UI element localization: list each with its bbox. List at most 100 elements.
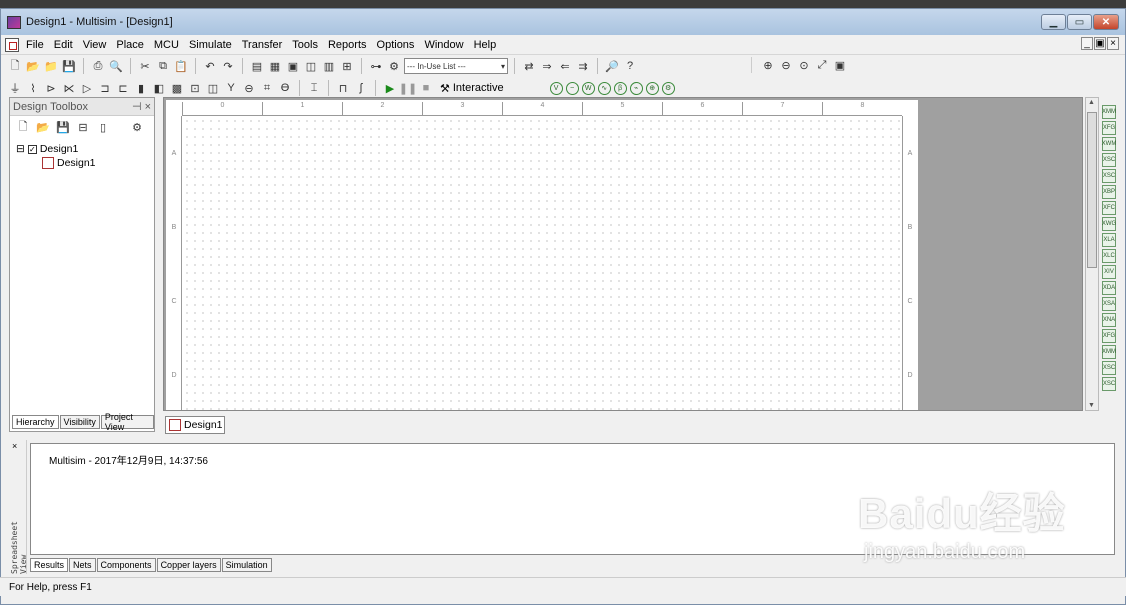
document-icon[interactable] [5, 37, 19, 52]
inuse-list-select[interactable]: --- In-Use List --- ▾ [404, 58, 508, 74]
schematic-grid[interactable] [183, 117, 901, 410]
erc-icon[interactable]: ⇄ [521, 58, 537, 74]
multimeter-icon[interactable]: V [549, 81, 563, 95]
tek-scope-icon[interactable]: XSC [1102, 377, 1116, 391]
mdi-minimize-button[interactable]: _ [1081, 37, 1093, 50]
zoom-in-icon[interactable]: ⊕ [760, 57, 776, 73]
grapher-icon[interactable]: ◫ [303, 58, 319, 74]
tree-root[interactable]: ⊟ ✓ Design1 [16, 142, 148, 156]
distortion-analyzer-icon[interactable]: XDA [1102, 281, 1116, 295]
agilent-fg-icon[interactable]: XFG [1102, 329, 1116, 343]
help-icon[interactable]: ? [622, 58, 638, 74]
multimeter-icon[interactable]: XMM [1102, 105, 1116, 119]
tree-root-label[interactable]: Design1 [40, 143, 79, 155]
zoom-out-icon[interactable]: ⊖ [778, 57, 794, 73]
scroll-up-icon[interactable]: ▲ [1088, 99, 1095, 106]
mdi-restore-button[interactable]: ▣ [1094, 37, 1106, 50]
undo-icon[interactable]: ↶ [202, 58, 218, 74]
collapse-icon[interactable]: ⊟ [16, 143, 25, 155]
doc-tab-label[interactable]: Design1 [184, 419, 223, 431]
agilent-scope-icon[interactable]: XSC [1102, 361, 1116, 375]
menu-tools[interactable]: Tools [287, 39, 323, 51]
tab-components[interactable]: Components [96, 558, 156, 572]
save-design-icon[interactable]: 💾 [55, 119, 71, 135]
word-generator-icon[interactable]: ⌁ [629, 81, 643, 95]
misc-icon[interactable]: ◫ [205, 80, 221, 96]
menu-help[interactable]: Help [469, 39, 502, 51]
new-file-icon[interactable]: 🗋 [7, 58, 23, 74]
toggle-toolbox-icon[interactable]: ▤ [249, 58, 265, 74]
close-design-icon[interactable]: ⊟ [75, 119, 91, 135]
function-generator-icon[interactable]: ~ [565, 81, 579, 95]
save-icon[interactable]: 💾 [61, 58, 77, 74]
close-icon[interactable]: × [12, 441, 17, 451]
scrollbar-thumb[interactable] [1087, 112, 1097, 268]
menu-options[interactable]: Options [372, 39, 420, 51]
scroll-down-icon[interactable]: ▼ [1088, 402, 1095, 409]
analog-icon[interactable]: ▷ [79, 80, 95, 96]
spectrum-analyzer-icon[interactable]: XSA [1102, 297, 1116, 311]
menu-reports[interactable]: Reports [323, 39, 372, 51]
tab-simulation[interactable]: Simulation [221, 558, 272, 572]
toolbox-pin-close[interactable]: ⊣ × [132, 100, 151, 113]
component-icon[interactable]: ⚙ [386, 58, 402, 74]
menu-place[interactable]: Place [111, 39, 149, 51]
find-icon[interactable]: 🔎 [604, 58, 620, 74]
cmos-icon[interactable]: ⊏ [115, 80, 131, 96]
wire-icon[interactable]: ʃ [353, 80, 369, 96]
diode-icon[interactable]: ⊳ [43, 80, 59, 96]
four-channel-scope-icon[interactable]: XSC [1102, 169, 1116, 183]
hierarchy-icon[interactable]: ⊶ [368, 58, 384, 74]
logic-analyzer-icon[interactable]: XLA [1102, 233, 1116, 247]
interactive-button[interactable]: ⚒ Interactive [436, 82, 508, 95]
run-icon[interactable]: ▶ [382, 80, 398, 96]
print-preview-icon[interactable]: 🔍 [108, 58, 124, 74]
fullscreen-icon[interactable]: ▣ [832, 57, 848, 73]
menu-window[interactable]: Window [419, 39, 468, 51]
database-icon[interactable]: ▥ [321, 58, 337, 74]
function-generator-icon[interactable]: XFG [1102, 121, 1116, 135]
print-icon[interactable]: ⎙ [90, 58, 106, 74]
rename-icon[interactable]: ▯ [95, 119, 111, 135]
frequency-counter-icon[interactable]: XFC [1102, 201, 1116, 215]
probe-icon[interactable]: Ɵ [277, 80, 293, 96]
electromech-icon[interactable]: ⊖ [241, 80, 257, 96]
wattmeter-icon[interactable]: XWM [1102, 137, 1116, 151]
backward-annotate-icon[interactable]: ⇐ [557, 58, 573, 74]
transfer-icon[interactable]: ⇉ [575, 58, 591, 74]
iv-analyzer-icon[interactable]: XIV [1102, 265, 1116, 279]
redo-icon[interactable]: ↷ [220, 58, 236, 74]
workspace-vertical-scrollbar[interactable]: ▲ ▼ [1085, 97, 1099, 411]
bode-plotter-icon[interactable]: XBP [1102, 185, 1116, 199]
tab-nets[interactable]: Nets [69, 558, 96, 572]
mdi-close-button[interactable]: × [1107, 37, 1119, 50]
indicator-icon[interactable]: ▩ [169, 80, 185, 96]
tab-project-view[interactable]: Project View [100, 412, 154, 432]
open-sample-icon[interactable]: 📁 [43, 58, 59, 74]
misc-digital-icon[interactable]: ▮ [133, 80, 149, 96]
zoom-area-icon[interactable]: ⊙ [796, 57, 812, 73]
mixed-icon[interactable]: ◧ [151, 80, 167, 96]
power-icon[interactable]: ⊡ [187, 80, 203, 96]
ttl-icon[interactable]: ⊐ [97, 80, 113, 96]
schematic-sheet[interactable]: 0 1 2 3 4 5 6 7 8 A B C D A B C D [166, 100, 918, 410]
tab-copper-layers[interactable]: Copper layers [156, 558, 221, 572]
tree-child-label[interactable]: Design1 [57, 157, 96, 169]
oscilloscope-icon[interactable]: XSC [1102, 153, 1116, 167]
copy-icon[interactable]: ⧉ [155, 58, 171, 74]
maximize-button[interactable]: ▭ [1067, 14, 1092, 30]
open-folder-icon[interactable]: 📂 [25, 58, 41, 74]
instrument-settings-icon[interactable]: ⚙ [661, 81, 675, 95]
pause-icon[interactable]: ❚❚ [399, 80, 417, 96]
menu-view[interactable]: View [78, 39, 112, 51]
paste-icon[interactable]: 📋 [173, 58, 189, 74]
tab-hierarchy[interactable]: Hierarchy [12, 415, 59, 429]
spreadsheet-icon[interactable]: ▦ [267, 58, 283, 74]
menu-mcu[interactable]: MCU [149, 39, 184, 51]
bus-icon[interactable]: ⌶ [306, 80, 322, 96]
oscilloscope-icon[interactable]: ∿ [597, 81, 611, 95]
agilent-mm-icon[interactable]: XMM [1102, 345, 1116, 359]
word-generator-icon[interactable]: XWG [1102, 217, 1116, 231]
close-button[interactable]: ✕ [1093, 14, 1119, 30]
tree-root-checkbox[interactable]: ✓ [27, 144, 37, 154]
